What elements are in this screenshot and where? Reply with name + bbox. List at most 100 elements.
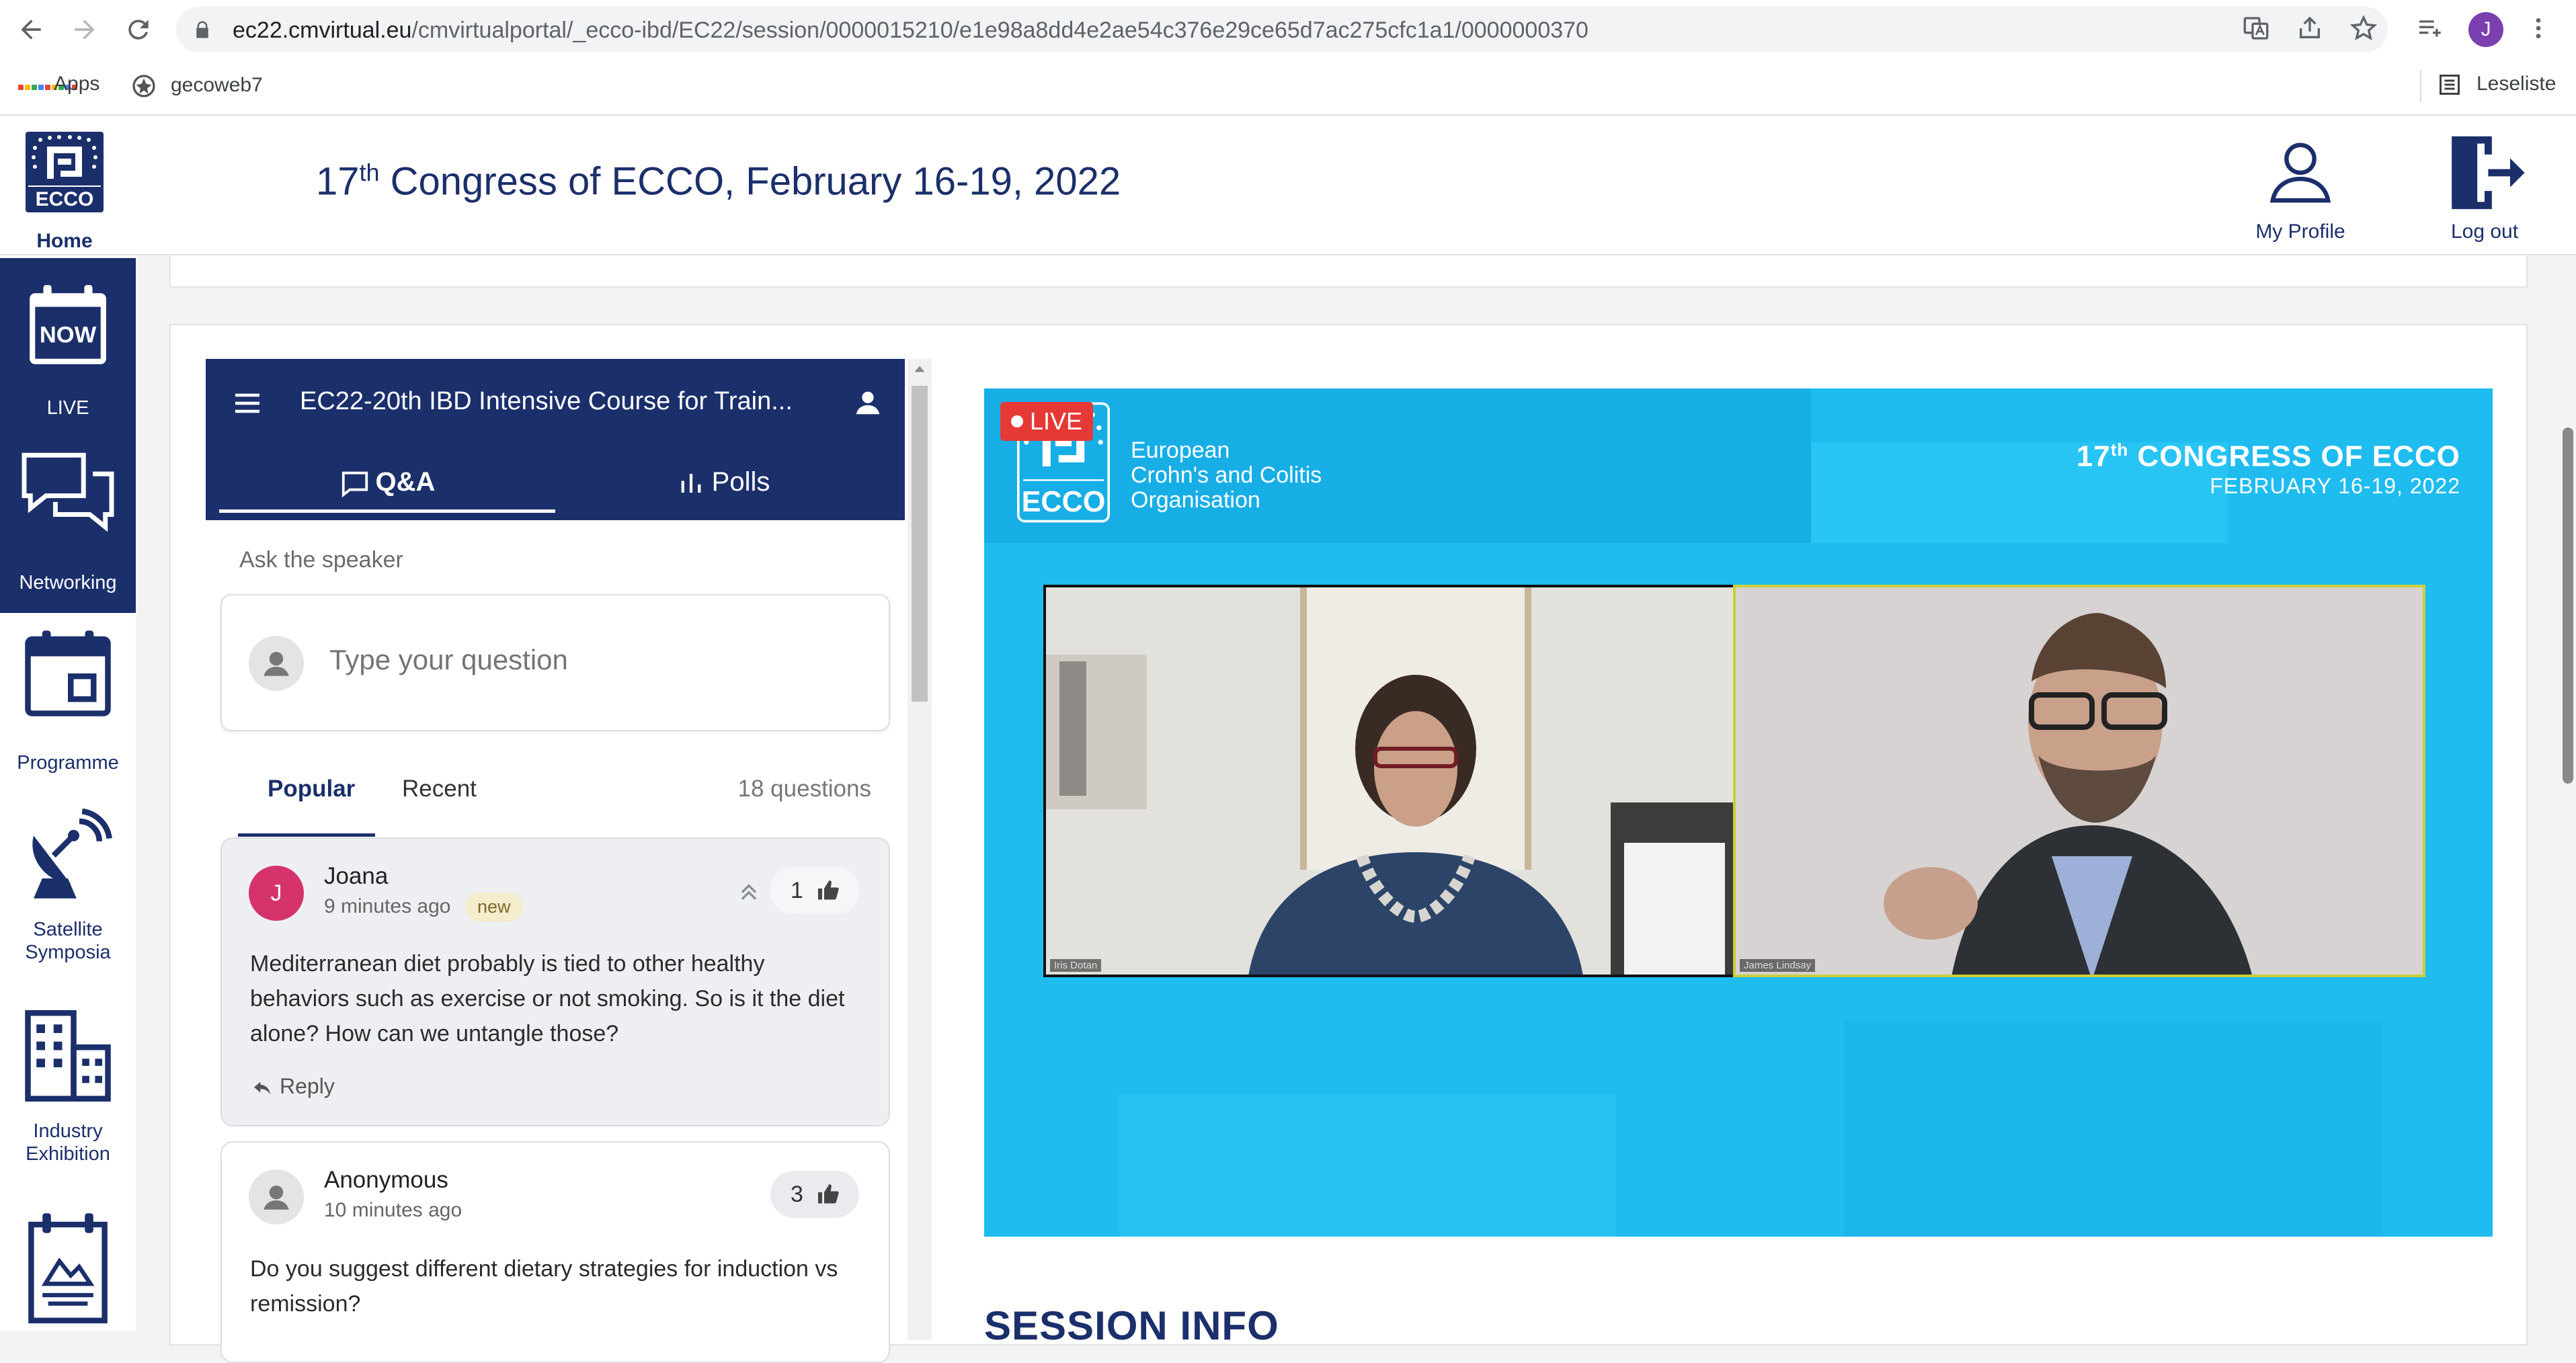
sidebar-item-programme[interactable]: Programme [0, 613, 136, 793]
sidebar-item-label-line2: Symposia [25, 942, 111, 963]
like-button[interactable]: 1 [770, 867, 859, 914]
org-line-3: Organisation [1131, 487, 1260, 513]
sort-popular[interactable]: Popular [268, 776, 355, 802]
address-bar[interactable]: ec22.cmvirtual.eu/cmvirtualportal/_ecco-… [176, 7, 2388, 52]
url-path: /cmvirtualportal/_ecco-ibd/EC22/session/… [411, 17, 1588, 43]
question-card: Anonymous 10 minutes ago 3 Do you sugges… [220, 1141, 890, 1363]
back-arrow-icon[interactable] [16, 15, 46, 44]
sidebar-item-satellite-symposia[interactable]: Satellite Symposia [0, 793, 136, 995]
home-label[interactable]: Home [26, 230, 104, 253]
sort-indicator [238, 833, 375, 837]
reload-icon[interactable] [124, 15, 153, 44]
qa-scroll-thumb[interactable] [912, 386, 928, 702]
now-text: NOW [40, 322, 97, 347]
buildings-icon [25, 1010, 111, 1102]
question-text: Do you suggest different dietary strateg… [250, 1256, 838, 1317]
apps-grid-icon [17, 73, 77, 96]
reply-button[interactable]: Reply [250, 1074, 335, 1099]
bg-tile [1845, 1020, 2382, 1237]
comment-icon [341, 472, 368, 498]
sidebar-item-networking[interactable]: Networking [0, 433, 136, 613]
tab-polls[interactable]: Polls [555, 458, 891, 505]
question-author: Joana [324, 863, 389, 889]
video-player[interactable]: ECCO LIVE European Crohn's and Colitis O… [984, 388, 2493, 1237]
person-icon [264, 651, 289, 676]
poster-calendar-icon [28, 1213, 108, 1323]
sidebar-item-label: Industry [33, 1120, 103, 1142]
profile-avatar[interactable]: J [2468, 12, 2503, 47]
bookmark-gecoweb7-label: gecoweb7 [171, 73, 263, 96]
org-line-1: European [1131, 438, 1230, 463]
user-icon[interactable] [852, 387, 883, 418]
bookmark-apps[interactable]: Apps [17, 73, 99, 96]
share-icon[interactable] [2295, 15, 2325, 44]
sidebar-item-label: Programme [17, 752, 119, 774]
sidebar: NOW LIVE Networking Programme Satellite … [0, 255, 136, 1331]
my-profile-label: My Profile [2255, 220, 2345, 243]
calendar-icon [25, 630, 111, 716]
congress-banner: 17th CONGRESS OF ECCO FEBRUARY 16-19, 20… [2077, 440, 2460, 499]
url-text: ec22.cmvirtual.eu/cmvirtualportal/_ecco-… [233, 17, 1588, 44]
like-button[interactable]: 3 [770, 1171, 859, 1218]
question-time: 10 minutes ago [324, 1199, 462, 1221]
sidebar-item-industry-exhibition[interactable]: Industry Exhibition [0, 995, 136, 1196]
bookmarks-bar: Apps gecoweb7 Leseliste [0, 59, 2576, 116]
anonymous-avatar [249, 636, 304, 691]
reading-list-button[interactable]: Leseliste [2438, 73, 2556, 97]
sidebar-item-label-line2: Exhibition [26, 1143, 110, 1165]
ecco-logo[interactable]: ECCO [26, 132, 104, 212]
question-box[interactable] [220, 594, 890, 731]
org-line-2: Crohn's and Colitis [1131, 462, 1322, 488]
log-out-label: Log out [2450, 220, 2519, 243]
live-badge: LIVE [1000, 402, 1093, 441]
reply-arrow-icon [254, 1081, 270, 1094]
bookmark-gecoweb7[interactable]: gecoweb7 [130, 73, 263, 99]
title-number: 17 [316, 159, 360, 204]
qa-scrollbar[interactable] [908, 359, 932, 1340]
page-title: 17th Congress of ECCO, February 16-19, 2… [316, 159, 1121, 204]
thumbs-up-icon [818, 1184, 839, 1204]
bookmark-apps-label: Apps [54, 73, 100, 95]
tab-qa[interactable]: Q&A [219, 458, 555, 505]
speaker-name-tag: James Lindsay [1740, 959, 1816, 972]
like-count: 3 [791, 1182, 803, 1207]
page-scroll-thumb[interactable] [2563, 427, 2573, 784]
qa-panel: EC22-20th IBD Intensive Course for Train… [206, 359, 905, 1363]
logout-door-icon [2452, 136, 2525, 210]
browser-toolbar: ec22.cmvirtual.eu/cmvirtualportal/_ecco-… [0, 0, 2576, 59]
title-text: Congress of ECCO, February 16-19, 2022 [379, 159, 1121, 204]
forward-arrow-icon[interactable] [70, 15, 99, 44]
question-input[interactable] [329, 644, 867, 676]
reading-list-toolbar-icon[interactable] [2415, 15, 2444, 44]
title-suffix: th [359, 159, 380, 186]
question-text: Mediterranean diet probably is tied to o… [250, 951, 845, 1046]
reading-list-icon [2440, 75, 2460, 95]
now-calendar-icon: NOW [30, 285, 106, 364]
congress-suffix: th [2110, 440, 2129, 460]
congress-name: CONGRESS OF ECCO [2128, 440, 2460, 473]
translate-icon[interactable] [2241, 15, 2271, 44]
question-author: Anonymous [324, 1167, 448, 1193]
hamburger-menu-icon[interactable] [231, 387, 264, 419]
ask-speaker-label: Ask the speaker [239, 547, 403, 573]
qa-header: EC22-20th IBD Intensive Course for Train… [206, 359, 905, 520]
user-outline-icon [2269, 142, 2331, 203]
like-count: 1 [791, 878, 803, 903]
log-out-button[interactable]: Log out [2411, 128, 2559, 249]
kebab-menu-icon[interactable] [2524, 15, 2553, 44]
scroll-up-arrow-icon[interactable] [908, 359, 932, 379]
session-title: EC22-20th IBD Intensive Course for Train… [300, 387, 793, 415]
question-time: 9 minutes ago [324, 895, 451, 917]
sidebar-item-live[interactable]: NOW LIVE [0, 258, 136, 433]
sort-recent[interactable]: Recent [402, 776, 477, 802]
my-profile-button[interactable]: My Profile [2226, 128, 2374, 249]
double-chevron-up-icon[interactable] [735, 878, 762, 905]
sidebar-item-posters[interactable] [0, 1196, 136, 1331]
globe-favicon-icon [132, 75, 155, 97]
poll-bars-icon [681, 474, 700, 493]
bookmark-divider [2420, 70, 2421, 102]
reading-list-label: Leseliste [2477, 73, 2557, 95]
speaker-video-left: Iris Dotan [1043, 585, 1736, 977]
bookmark-star-icon[interactable] [2349, 15, 2378, 44]
congress-dates: FEBRUARY 16-19, 2022 [2210, 473, 2460, 498]
